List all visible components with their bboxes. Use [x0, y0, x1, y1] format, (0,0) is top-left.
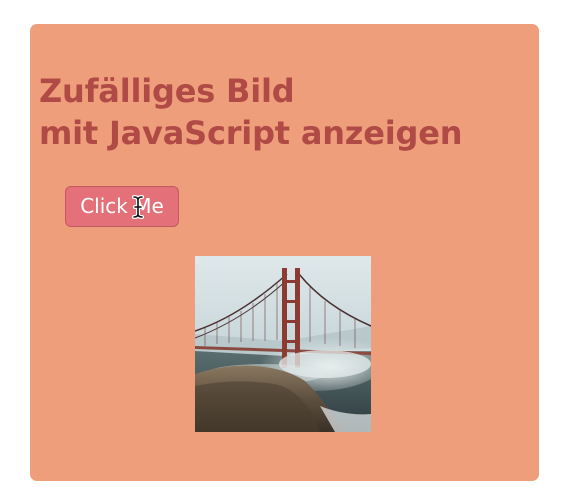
heading-line-1: Zufälliges Bild — [39, 72, 295, 110]
random-image — [195, 256, 371, 432]
text-cursor-icon — [132, 195, 144, 219]
content-card: Zufälliges Bild mit JavaScript anzeigen … — [30, 24, 539, 481]
heading-line-2: mit JavaScript anzeigen — [39, 114, 463, 152]
golden-gate-bridge-image — [195, 256, 371, 432]
page-heading: Zufälliges Bild mit JavaScript anzeigen — [39, 70, 462, 154]
click-me-button[interactable]: Click Me — [65, 186, 179, 227]
